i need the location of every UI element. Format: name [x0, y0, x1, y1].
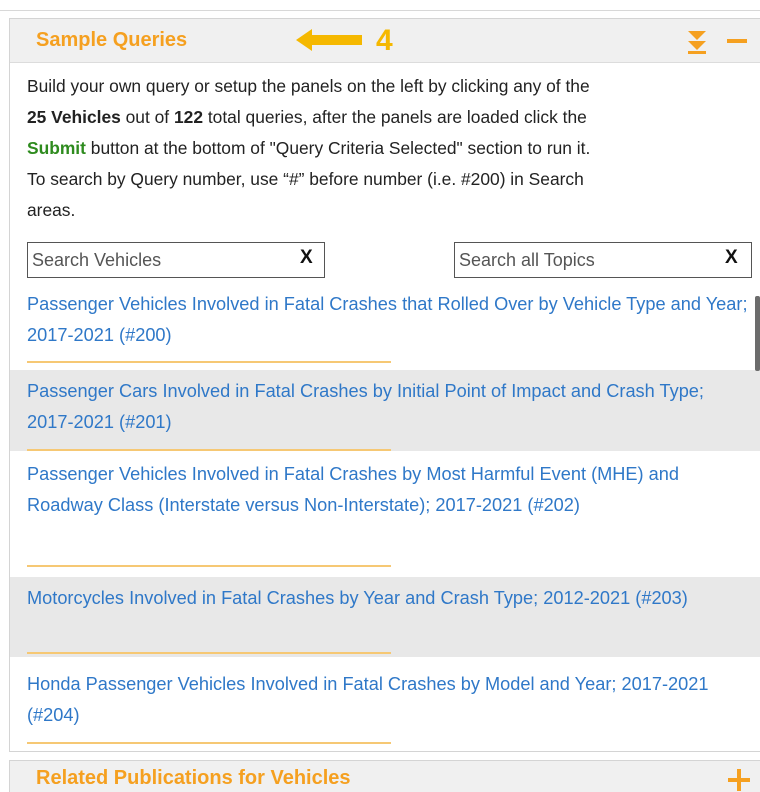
search-topics-box: X [454, 242, 752, 278]
list-item: Passenger Vehicles Involved in Fatal Cra… [10, 283, 760, 367]
query-link-202[interactable]: Passenger Vehicles Involved in Fatal Cra… [27, 459, 755, 521]
intro-line: areas. [27, 200, 76, 220]
list-item: Passenger Vehicles Involved in Fatal Cra… [10, 453, 760, 573]
scrollbar-thumb[interactable] [755, 296, 760, 371]
query-link-200[interactable]: Passenger Vehicles Involved in Fatal Cra… [27, 289, 755, 351]
list-item: Motorcycles Involved in Fatal Crashes by… [10, 577, 760, 657]
intro-line: Build your own query or setup the panels… [27, 76, 590, 96]
intro-fragment: out of [120, 107, 174, 127]
intro-line: To search by Query number, use “#” befor… [27, 169, 584, 189]
query-link-203[interactable]: Motorcycles Involved in Fatal Crashes by… [27, 583, 755, 614]
sample-queries-title[interactable]: Sample Queries [36, 29, 187, 52]
total-count: 122 [173, 107, 203, 127]
top-divider [0, 10, 760, 11]
sample-queries-panel: Sample Queries 4 Build your own query or… [9, 18, 760, 752]
divider [27, 565, 391, 567]
list-item: Passenger Cars Involved in Fatal Crashes… [10, 370, 760, 451]
search-vehicles-box: X [27, 242, 325, 278]
list-item: Honda Passenger Vehicles Involved in Fat… [10, 663, 760, 747]
search-vehicles-input[interactable] [32, 246, 282, 274]
query-link-204[interactable]: Honda Passenger Vehicles Involved in Fat… [27, 669, 755, 731]
divider [27, 449, 391, 451]
related-publications-title[interactable]: Related Publications for Vehicles [36, 767, 351, 790]
intro-text: Build your own query or setup the panels… [27, 71, 757, 226]
query-link-201[interactable]: Passenger Cars Involved in Fatal Crashes… [27, 376, 755, 438]
divider [27, 361, 391, 363]
arrow-left-icon [296, 29, 362, 51]
sample-queries-header[interactable]: Sample Queries 4 [10, 19, 760, 63]
intro-fragment: total queries, after the panels are load… [203, 107, 587, 127]
annotation-number: 4 [376, 24, 393, 57]
divider [27, 652, 391, 654]
clear-topics-search-button[interactable]: X [725, 247, 738, 269]
double-chevron-down-icon[interactable] [686, 29, 708, 55]
minus-icon[interactable] [727, 39, 747, 43]
clear-vehicles-search-button[interactable]: X [300, 247, 313, 269]
related-publications-header[interactable]: Related Publications for Vehicles [9, 760, 760, 792]
search-topics-input[interactable] [459, 246, 709, 274]
vehicle-count: 25 Vehicles [27, 107, 121, 127]
submit-word: Submit [27, 138, 86, 158]
intro-line: button at the bottom of "Query Criteria … [85, 138, 591, 158]
divider [27, 742, 391, 744]
plus-icon[interactable] [728, 769, 750, 791]
